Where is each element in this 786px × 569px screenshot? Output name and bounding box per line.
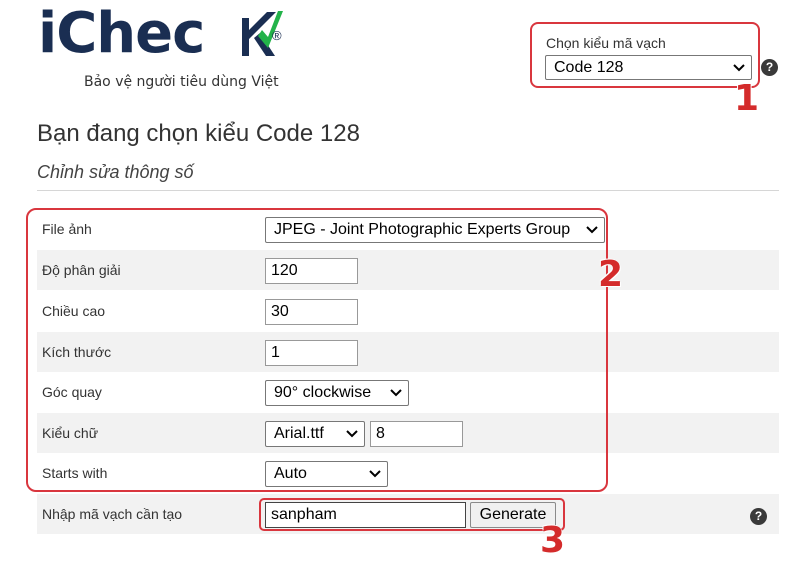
barcode-type-highlight: Chọn kiểu mã vạch Code 128 [530, 22, 760, 88]
section-title: Chỉnh sửa thông số [37, 162, 194, 182]
annotation-number-3: 3 [540, 520, 566, 561]
icheck-logo: iChec ® Bảo vệ người tiêu dùng Việt [38, 4, 298, 94]
annotation-number-1: 1 [734, 78, 760, 119]
help-icon[interactable]: ? [750, 508, 767, 525]
logo-tagline: Bảo vệ người tiêu dùng Việt [84, 74, 279, 90]
divider [37, 190, 779, 191]
annotation-number-2: 2 [598, 254, 624, 295]
barcode-type-label: Chọn kiểu mã vạch [546, 35, 666, 51]
barcode-type-select[interactable]: Code 128 [545, 55, 752, 80]
logo-wordmark: iChec [38, 1, 205, 66]
page-title: Bạn đang chọn kiểu Code 128 [37, 120, 360, 147]
generate-highlight [259, 498, 565, 531]
barcode-input-label: Nhập mã vạch cần tạo [42, 506, 183, 522]
barcode-type-value: Code 128 [554, 58, 624, 76]
registered-mark: ® [272, 28, 282, 43]
chevron-down-icon [733, 63, 745, 71]
form-highlight [26, 208, 608, 492]
help-icon[interactable]: ? [761, 59, 778, 76]
